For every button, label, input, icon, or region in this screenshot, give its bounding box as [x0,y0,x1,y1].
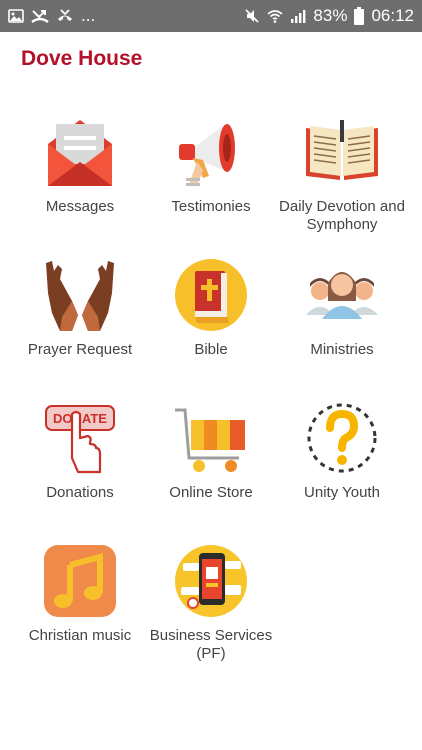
tile-label: Business Services (PF) [149,627,273,662]
mute-icon [245,9,260,23]
question-mark-icon [307,403,377,473]
shopping-cart-icon [175,408,245,472]
tile-testimonies[interactable]: Testimonies [141,100,281,240]
call-end-icon [58,9,72,21]
tile-label: Donations [46,484,114,501]
people-group-icon [306,272,378,319]
megaphone-icon [179,124,235,186]
tile-bible[interactable]: Bible [141,243,281,383]
tile-label: Prayer Request [27,341,133,358]
open-book-icon [306,120,378,180]
battery-percent: 83% [313,6,348,25]
praying-hands-icon [46,261,114,331]
tile-donations[interactable]: DONATE Donations [10,386,150,526]
missed-call-icon [31,10,49,23]
tile-daily-devotion[interactable]: Daily Devotion and Symphony [272,100,412,240]
tile-label: Daily Devotion and Symphony [279,198,405,233]
tile-label: Messages [45,198,115,215]
tile-label: Ministries [310,341,374,358]
status-left: ... [8,6,95,26]
tile-label: Bible [194,341,228,358]
tile-messages[interactable]: Messages [10,100,150,240]
tile-unity-youth[interactable]: Unity Youth [272,386,412,526]
tile-ministries[interactable]: Ministries [272,243,412,383]
status-right: 83% 06:12 [244,6,414,26]
status-overflow: ... [81,6,96,25]
app-bar: Dove House [0,32,422,88]
signal-icon [291,10,306,23]
tile-business-services[interactable]: Business Services (PF) [141,529,281,669]
smartphone-business-icon [175,545,247,617]
image-icon [8,9,24,23]
tile-label: Unity Youth [304,484,380,501]
status-bar: ... 83% 06:12 [0,0,422,32]
clock: 06:12 [371,6,414,25]
envelope-icon [48,120,112,186]
battery-icon [354,7,365,25]
tile-prayer-request[interactable]: Prayer Request [10,243,150,383]
tile-label: Christian music [28,627,132,644]
app-title: Dove House [21,47,143,70]
tile-online-store[interactable]: Online Store [141,386,281,526]
wifi-icon [267,10,283,23]
tile-label: Testimonies [171,198,251,215]
bible-icon [175,259,247,331]
tile-christian-music[interactable]: Christian music [10,529,150,669]
tile-label: Online Store [169,484,253,501]
music-note-icon [44,545,116,617]
donate-icon: DONATE [45,405,115,474]
